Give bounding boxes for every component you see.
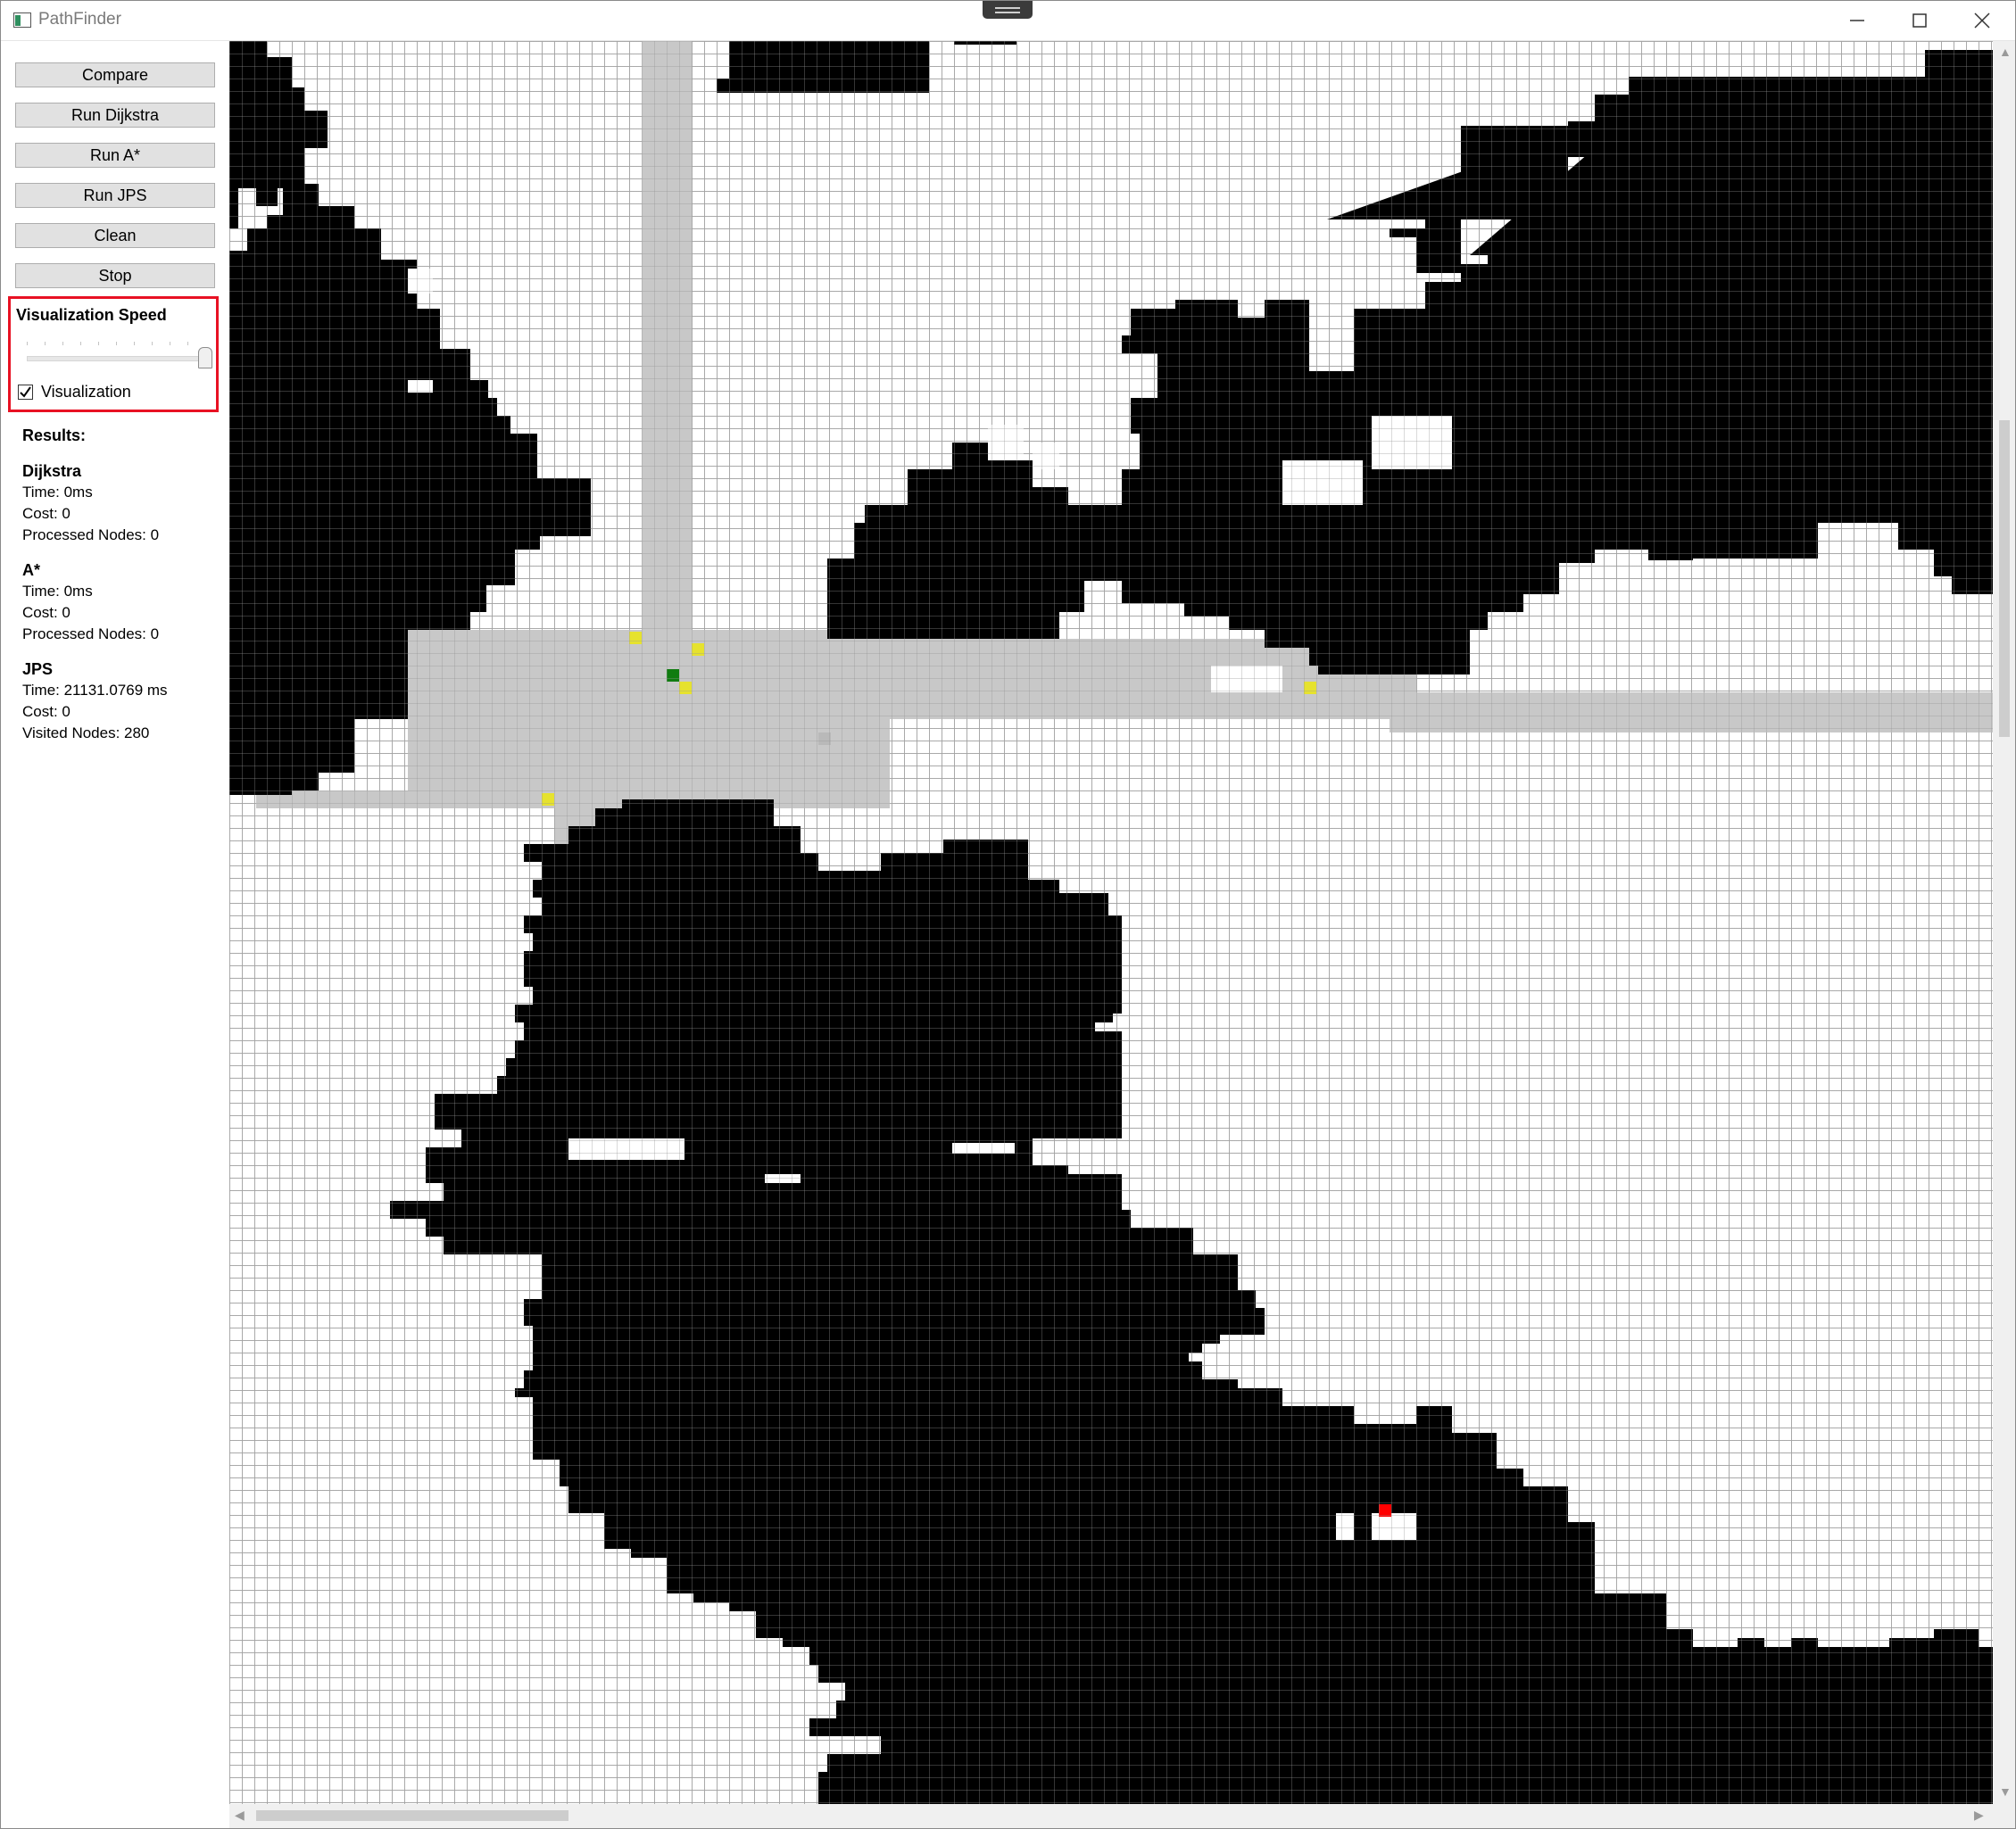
dijkstra-name: Dijkstra <box>22 462 82 480</box>
run-astar-button[interactable]: Run A* <box>15 143 215 168</box>
scroll-right-icon[interactable]: ▶ <box>1974 1808 1984 1823</box>
scroll-up-icon[interactable]: ▲ <box>1999 45 2012 59</box>
obstacles <box>229 41 1993 1804</box>
title-bar[interactable]: PathFinder <box>1 1 2015 41</box>
close-button[interactable] <box>1951 1 2013 40</box>
vertical-scroll-thumb[interactable] <box>1999 420 2010 737</box>
astar-cost: Cost: 0 <box>22 604 71 621</box>
vertical-scrollbar[interactable]: ▲ ▼ <box>1994 41 2015 1804</box>
goal-cell <box>1379 1504 1391 1517</box>
run-jps-button[interactable]: Run JPS <box>15 183 215 208</box>
horizontal-scrollbar[interactable]: ◀ ▶ <box>229 1804 1993 1827</box>
clean-button[interactable]: Clean <box>15 223 215 248</box>
visualization-checkbox[interactable] <box>18 385 33 400</box>
visualization-label: Visualization <box>41 383 131 401</box>
astar-nodes: Processed Nodes: 0 <box>22 625 160 642</box>
checkmark-icon <box>20 386 31 398</box>
jump-point <box>679 682 692 694</box>
app-window-icon <box>13 12 31 28</box>
jump-point <box>542 793 554 806</box>
snap-handle[interactable] <box>983 1 1033 19</box>
app-window: PathFinder Compare Run Dijkstra Run A* R… <box>0 0 2016 1829</box>
minimize-icon <box>1850 20 1864 21</box>
minimize-button[interactable] <box>1826 1 1888 40</box>
speed-slider[interactable] <box>23 342 218 374</box>
slider-track <box>27 356 207 361</box>
astar-time: Time: 0ms <box>22 583 93 600</box>
close-icon <box>1974 12 1990 29</box>
start-cell <box>667 669 679 682</box>
astar-name: A* <box>22 561 41 579</box>
slider-thumb[interactable] <box>198 347 212 368</box>
dijkstra-cost: Cost: 0 <box>22 505 71 522</box>
jps-name: JPS <box>22 660 54 678</box>
run-dijkstra-button[interactable]: Run Dijkstra <box>15 103 215 128</box>
visualization-settings: Visualization Speed Visualization <box>8 296 219 412</box>
grid-canvas[interactable] <box>229 41 1993 1804</box>
jps-nodes: Visited Nodes: 280 <box>22 724 150 741</box>
jump-point <box>629 632 642 644</box>
window-title: PathFinder <box>38 10 121 29</box>
jump-point <box>1304 682 1316 694</box>
slider-ticks <box>27 342 205 345</box>
stop-button[interactable]: Stop <box>15 263 215 288</box>
horizontal-scroll-thumb[interactable] <box>256 1810 568 1821</box>
speed-title: Visualization Speed <box>16 306 167 324</box>
dijkstra-time: Time: 0ms <box>22 484 93 501</box>
control-panel: Compare Run Dijkstra Run A* Run JPS Clea… <box>1 41 229 1828</box>
jump-point <box>692 643 704 656</box>
maximize-icon <box>1912 13 1927 28</box>
maximize-button[interactable] <box>1888 1 1951 40</box>
results-heading: Results: <box>22 426 87 444</box>
scroll-left-icon[interactable]: ◀ <box>235 1808 245 1823</box>
jps-time: Time: 21131.0769 ms <box>22 682 168 699</box>
scroll-down-icon[interactable]: ▼ <box>1999 1784 2012 1799</box>
compare-button[interactable]: Compare <box>15 62 215 87</box>
pathfinding-grid[interactable] <box>229 41 1993 1804</box>
jps-cost: Cost: 0 <box>22 703 71 720</box>
dijkstra-nodes: Processed Nodes: 0 <box>22 526 160 543</box>
